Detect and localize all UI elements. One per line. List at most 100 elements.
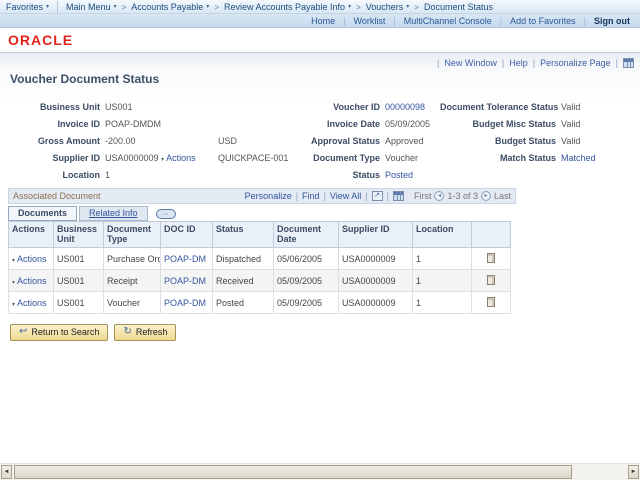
actions-dropdown-icon[interactable]: ▾	[12, 302, 15, 308]
download-grid-icon[interactable]	[393, 191, 404, 201]
cell-status: Posted	[213, 292, 274, 314]
divider	[497, 58, 509, 68]
cell-status: Dispatched	[213, 248, 274, 270]
gross-amount-value: -200.00	[105, 136, 213, 146]
status-link[interactable]: Posted	[385, 170, 435, 180]
actions-dropdown-icon[interactable]: ▾	[161, 157, 164, 163]
location-value: 1	[105, 170, 213, 180]
next-page-icon[interactable]: ▸	[481, 191, 491, 201]
cell-actions: ▾ Actions	[9, 248, 54, 270]
row-actions-link[interactable]: Actions	[17, 298, 47, 308]
multichannel-console-link[interactable]: MultiChannel Console	[404, 16, 492, 26]
breadcrumb-accounts-payable[interactable]: Accounts Payable ▾	[131, 2, 209, 12]
budget-misc-status-label: Budget Misc Status	[440, 119, 556, 129]
actions-dropdown-icon[interactable]: ▾	[12, 280, 15, 286]
cell-business-unit: US001	[54, 292, 104, 314]
tab-related-info[interactable]: Related Info	[79, 206, 148, 221]
pagination-range: 1-3 of 3	[447, 191, 478, 201]
actions-dropdown-icon[interactable]: ▾	[12, 258, 15, 264]
divider	[611, 58, 623, 68]
grid-toolbar: Personalize Find View All ↗ First ◂ 1-3 …	[245, 191, 511, 201]
divider	[292, 191, 302, 201]
breadcrumb-vouchers[interactable]: Vouchers ▾	[366, 2, 410, 12]
match-status-link[interactable]: Matched	[561, 153, 621, 163]
help-link[interactable]: Help	[509, 58, 528, 68]
cell-actions: ▾ Actions	[9, 270, 54, 292]
personalize-page-link[interactable]: Personalize Page	[540, 58, 611, 68]
scroll-right-icon[interactable]: ►	[628, 465, 639, 479]
breadcrumb-separator	[209, 2, 224, 12]
show-all-tabs-icon[interactable]: ∙∙∙	[156, 209, 176, 219]
budget-misc-status-value: Valid	[561, 119, 621, 129]
document-icon[interactable]	[487, 297, 495, 307]
col-header-blank	[472, 222, 511, 248]
tab-documents[interactable]: Documents	[8, 206, 77, 221]
pagination-first-label[interactable]: First	[414, 191, 432, 201]
doc-id-link[interactable]: POAP-DM	[164, 276, 206, 286]
scroll-left-icon[interactable]: ◄	[1, 465, 12, 479]
cell-supplier-id: USA0000009	[339, 292, 413, 314]
grid-layout-icon[interactable]	[623, 58, 634, 68]
sign-out-link[interactable]: Sign out	[594, 16, 630, 26]
cell-doc-id: POAP-DM	[161, 270, 213, 292]
worklist-link[interactable]: Worklist	[354, 16, 386, 26]
document-icon[interactable]	[487, 253, 495, 263]
divider	[432, 58, 444, 68]
col-header-business-unit: Business Unit	[54, 222, 104, 248]
cell-location: 1	[413, 248, 472, 270]
col-header-doc-id: DOC ID	[161, 222, 213, 248]
supplier-name-value: QUICKPACE-001	[218, 153, 288, 163]
cell-document-date: 05/06/2005	[274, 248, 339, 270]
gross-amount-label: Gross Amount	[10, 136, 100, 146]
location-label: Location	[10, 170, 100, 180]
previous-page-icon[interactable]: ◂	[434, 191, 444, 201]
supplier-actions-link[interactable]: Actions	[166, 153, 196, 163]
groupbox-title: Associated Document	[13, 191, 101, 201]
cell-business-unit: US001	[54, 270, 104, 292]
menu-favorites[interactable]: Favorites ▾	[6, 2, 49, 12]
new-window-link[interactable]: New Window	[444, 58, 497, 68]
col-header-location: Location	[413, 222, 472, 248]
table-row: ▾ Actions US001 Purchase Order POAP-DM D…	[9, 248, 511, 270]
cell-document-date: 05/09/2005	[274, 270, 339, 292]
divider	[528, 58, 540, 68]
document-icon[interactable]	[487, 275, 495, 285]
zoom-popup-icon[interactable]: ↗	[372, 191, 383, 201]
voucher-summary-form: Business Unit US001 Voucher ID 00000098 …	[10, 98, 621, 183]
view-all-link[interactable]: View All	[330, 191, 361, 201]
row-actions-link[interactable]: Actions	[17, 276, 47, 286]
doc-id-link[interactable]: POAP-DM	[164, 298, 206, 308]
voucher-id-link[interactable]: 00000098	[385, 102, 435, 112]
row-actions-link[interactable]: Actions	[17, 254, 47, 264]
divider	[383, 191, 393, 201]
associated-documents-table: Actions Business Unit Document Type DOC …	[8, 221, 511, 314]
scrollbar-thumb[interactable]	[14, 465, 572, 479]
return-to-search-button[interactable]: ↩ Return to Search	[10, 324, 108, 341]
refresh-button[interactable]: ↻ Refresh	[114, 324, 176, 341]
breadcrumb-label: Accounts Payable	[131, 2, 203, 12]
find-link[interactable]: Find	[302, 191, 320, 201]
associated-document-groupbox: Associated Document Personalize Find Vie…	[8, 188, 516, 314]
business-unit-label: Business Unit	[10, 102, 100, 112]
personalize-link[interactable]: Personalize	[245, 191, 292, 201]
table-row: ▾ Actions US001 Voucher POAP-DM Posted 0…	[9, 292, 511, 314]
return-to-search-label: Return to Search	[31, 327, 99, 337]
doc-tolerance-status-label: Document Tolerance Status	[440, 102, 556, 112]
breadcrumb-label: Main Menu	[66, 2, 111, 12]
horizontal-scrollbar[interactable]: ◄ ►	[0, 463, 640, 480]
return-to-search-icon: ↩	[19, 327, 27, 337]
add-to-favorites-link[interactable]: Add to Favorites	[510, 16, 576, 26]
breadcrumb-label: Favorites	[6, 2, 43, 12]
match-status-label: Match Status	[440, 153, 556, 163]
cell-supplier-id: USA0000009	[339, 248, 413, 270]
pagination-last-label[interactable]: Last	[494, 191, 511, 201]
table-row: ▾ Actions US001 Receipt POAP-DM Received…	[9, 270, 511, 292]
menu-main-menu[interactable]: Main Menu ▾	[66, 2, 117, 12]
cell-actions: ▾ Actions	[9, 292, 54, 314]
doc-id-link[interactable]: POAP-DM	[164, 254, 206, 264]
breadcrumb-review-ap-info[interactable]: Review Accounts Payable Info ▾	[224, 2, 351, 12]
col-header-document-date: Document Date	[274, 222, 339, 248]
home-link[interactable]: Home	[311, 16, 335, 26]
col-header-status: Status	[213, 222, 274, 248]
business-unit-value: US001	[105, 102, 213, 112]
